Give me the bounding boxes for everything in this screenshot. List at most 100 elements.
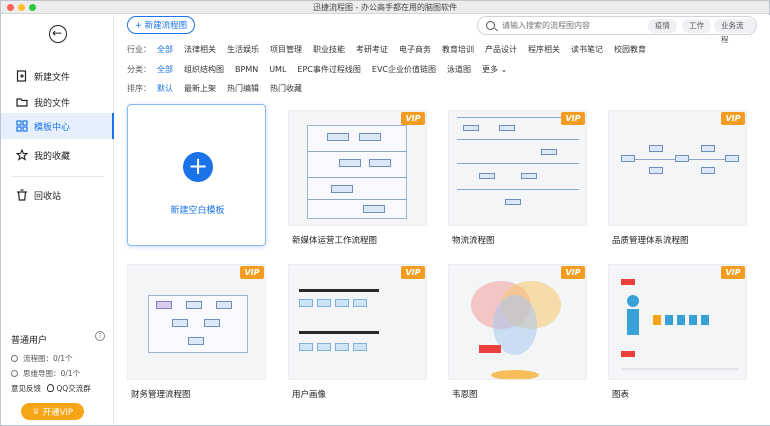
template-thumbnail [608, 110, 747, 226]
sort-filter: 排序： 默认 最新上架 热门编辑 热门收藏 [127, 83, 313, 94]
filter-industry-item[interactable]: 全部 [157, 44, 173, 55]
sidebar-item-label: 新建文件 [34, 72, 71, 83]
filter-category-item[interactable]: BPMN [235, 65, 258, 74]
venn-illustration [471, 281, 561, 379]
sidebar-item-new-file[interactable]: 新建文件 [1, 63, 114, 89]
filter-industry-item[interactable]: 读书笔记 [571, 44, 603, 55]
template-card[interactable]: VIP 用户画像 [288, 264, 427, 406]
new-blank-template-card[interactable]: + 新建空白模板 [127, 104, 266, 246]
filter-industry-item[interactable]: 教育培训 [442, 44, 474, 55]
new-blank-template-label: 新建空白模板 [170, 206, 225, 216]
filter-industry-item[interactable]: 产品设计 [485, 44, 517, 55]
sidebar-item-label: 模板中心 [34, 122, 71, 133]
sort-item[interactable]: 最新上架 [184, 83, 216, 94]
vip-badge: VIP [401, 112, 425, 125]
sidebar-links: 意见反馈 QQ交流群 [11, 383, 91, 394]
sidebar-item-label: 回收站 [34, 191, 62, 202]
tag-epidemic[interactable]: 疫情 [648, 19, 677, 33]
vip-badge: VIP [401, 266, 425, 279]
open-vip-button[interactable]: ♕ 开通VIP [21, 403, 84, 420]
sidebar-item-trash[interactable]: 回收站 [1, 182, 114, 208]
template-thumbnail [448, 110, 587, 226]
filter-category-item[interactable]: 组织结构图 [184, 64, 224, 75]
template-thumbnail [448, 264, 587, 380]
sidebar-item-favorites[interactable]: 我的收藏 [1, 142, 114, 168]
filter-category-item[interactable]: 全部 [157, 64, 173, 75]
template-thumbnail [127, 264, 266, 380]
sidebar-item-label: 我的收藏 [34, 151, 71, 162]
filter-category-item[interactable]: EVC企业价值链图 [372, 64, 436, 75]
template-thumbnail [608, 264, 747, 380]
vip-badge: VIP [721, 266, 745, 279]
template-card[interactable]: VIP 财务管理流程图 [127, 264, 266, 406]
main-content: + 新建流程图 疫情 工作 业务流程 行业： 全部 法律相关 生活娱乐 项目管理… [115, 15, 770, 425]
window-title: 迅捷流程图 - 办公高手都在用的脑图软件 [313, 3, 457, 12]
star-icon [15, 148, 29, 161]
app-window: 迅捷流程图 - 办公高手都在用的脑图软件 ← 新建文件 我的文件 模板中心 我的… [0, 0, 770, 426]
filter-industry-item[interactable]: 程序相关 [528, 44, 560, 55]
title-bar: 迅捷流程图 - 办公高手都在用的脑图软件 [1, 1, 769, 14]
template-title: 新媒体运营工作流程图 [292, 236, 378, 246]
filter-industry-item[interactable]: 职业技能 [313, 44, 345, 55]
vip-badge: VIP [240, 266, 264, 279]
template-title: 用户画像 [292, 390, 327, 400]
template-title: 图表 [612, 390, 630, 400]
filter-category-item[interactable]: 泳道图 [447, 64, 471, 75]
feedback-link[interactable]: 意见反馈 [11, 383, 41, 394]
template-card[interactable]: VIP 新媒体运营工作流程图 [288, 110, 427, 252]
template-title: 韦恩图 [452, 390, 478, 400]
user-type-label: 普通用户 [11, 336, 48, 346]
vip-badge: VIP [561, 112, 585, 125]
search-box: 疫情 工作 业务流程 [477, 16, 757, 44]
filter-label: 排序： [127, 84, 151, 93]
template-thumbnail [288, 264, 427, 380]
check-icon [11, 370, 18, 377]
filter-industry-item[interactable]: 考研考证 [356, 44, 388, 55]
help-icon[interactable]: ? [95, 331, 105, 341]
search-input[interactable] [502, 19, 632, 32]
category-filter: 分类： 全部 组织结构图 BPMN UML EPC事件过程线图 EVC企业价值链… [127, 64, 518, 75]
search-icon[interactable] [486, 21, 495, 30]
sidebar-divider [11, 176, 104, 177]
flow-quota: 流程图：0/1个 [11, 353, 73, 364]
template-title: 品质管理体系流程图 [612, 236, 689, 246]
more-dropdown[interactable]: 更多 ⌄ [482, 64, 507, 75]
filter-label: 行业： [127, 45, 151, 54]
filter-industry-item[interactable]: 项目管理 [270, 44, 302, 55]
folder-icon [16, 96, 28, 108]
chart-illustration [621, 279, 739, 370]
sidebar-item-label: 我的文件 [34, 98, 71, 109]
filter-industry-item[interactable]: 生活娱乐 [227, 44, 259, 55]
filter-label: 分类： [127, 65, 151, 74]
template-title: 财务管理流程图 [131, 390, 191, 400]
crown-icon: ♕ [31, 406, 40, 417]
new-file-icon [16, 70, 28, 82]
sort-item[interactable]: 热门编辑 [227, 83, 259, 94]
filter-industry-item[interactable]: 法律相关 [184, 44, 216, 55]
template-card[interactable]: VIP 图表 [608, 264, 747, 406]
sort-item[interactable]: 默认 [157, 83, 173, 94]
tag-work[interactable]: 工作 [682, 19, 711, 33]
industry-filter: 行业： 全部 法律相关 生活娱乐 项目管理 职业技能 考研考证 电子商务 教育培… [127, 44, 657, 55]
filter-industry-item[interactable]: 校园教育 [614, 44, 646, 55]
trash-icon [16, 189, 28, 201]
plus-icon: + [183, 152, 213, 182]
template-card[interactable]: VIP 品质管理体系流程图 [608, 110, 747, 252]
sidebar-item-my-files[interactable]: 我的文件 [1, 89, 114, 115]
filter-industry-item[interactable]: 电子商务 [399, 44, 431, 55]
filter-category-item[interactable]: UML [269, 65, 286, 74]
back-button[interactable]: ← [49, 25, 67, 43]
template-card[interactable]: VIP 物流流程图 [448, 110, 587, 252]
filter-category-item[interactable]: EPC事件过程线图 [297, 64, 360, 75]
tag-business-flow[interactable]: 业务流程 [714, 19, 756, 44]
sort-item[interactable]: 热门收藏 [270, 83, 302, 94]
check-icon [11, 355, 18, 362]
new-flowchart-button[interactable]: + 新建流程图 [127, 16, 195, 34]
qq-group-link[interactable]: QQ交流群 [47, 383, 91, 394]
template-card[interactable]: VIP 韦恩图 [448, 264, 587, 406]
mind-quota: 思维导图：0/1个 [11, 368, 80, 379]
vip-badge: VIP [561, 266, 585, 279]
sidebar-item-template-center[interactable]: 模板中心 [1, 113, 114, 139]
template-thumbnail [288, 110, 427, 226]
qq-icon [47, 384, 54, 392]
